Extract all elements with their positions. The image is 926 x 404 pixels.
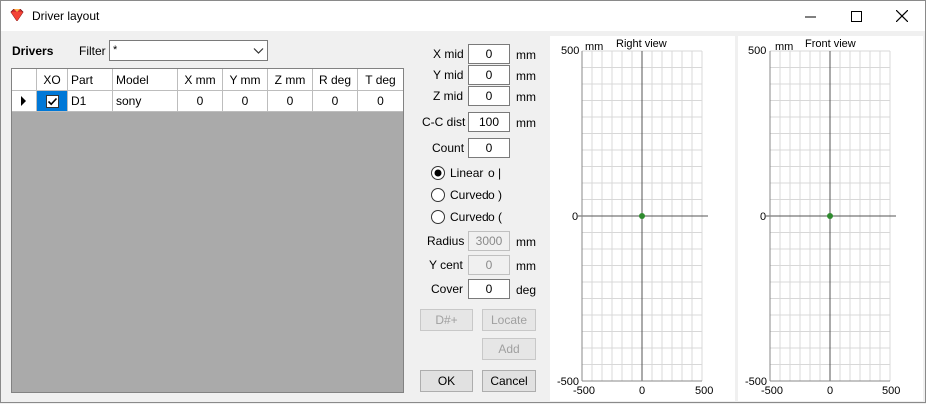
cell-x[interactable]: 0 [178,91,223,112]
drivers-grid[interactable]: XO Part Model X mm Y mm Z mm R deg T deg… [11,68,404,393]
radio-curved-right-glyph: o ) [488,188,503,202]
locate-button[interactable]: Locate [482,309,536,331]
column-header-xo[interactable]: XO [37,69,68,91]
front-view-x-min: -500 [761,385,783,397]
right-view-x-max: 500 [695,385,713,397]
y-cent-label: Y cent [429,258,463,272]
z-mid-label: Z mid [433,89,463,103]
table-row[interactable]: D1 sony 0 0 0 0 0 [12,91,403,112]
column-header-y[interactable]: Y mm [223,69,268,91]
right-view-x-min: -500 [573,385,595,397]
y-mid-unit: mm [516,69,536,83]
right-view-title: Right view [616,38,667,50]
radio-linear-glyph: o | [488,166,502,180]
cc-dist-label: C-C dist [422,115,466,129]
front-view-y-mid: 0 [760,211,766,223]
cell-z[interactable]: 0 [268,91,313,112]
y-cent-unit: mm [516,259,536,273]
right-view-driver-point[interactable] [639,213,645,219]
front-view-y-max: 500 [748,45,766,57]
filter-combobox[interactable]: * [109,40,268,61]
cover-unit: deg [516,283,537,297]
column-header-model[interactable]: Model [113,69,178,91]
radius-label: Radius [427,234,465,248]
column-header-part[interactable]: Part [68,69,113,91]
front-view-panel: Front view mm 500 0 -500 -500 0 500 [738,36,923,401]
minimize-icon [804,16,816,17]
right-view-plot: Right view mm 500 0 -500 -500 0 500 [557,38,713,397]
column-header-t[interactable]: T deg [358,69,403,91]
column-header-x[interactable]: X mm [178,69,223,91]
cell-model[interactable]: sony [113,91,178,112]
radio-linear-label: Linear [450,166,484,180]
column-header-z[interactable]: Z mm [268,69,313,91]
row-pointer-icon [21,96,26,106]
front-view-title: Front view [805,38,856,50]
title-bar: Driver layout [1,1,925,31]
d-number-button[interactable]: D#+ [420,309,473,331]
count-field[interactable]: 0 [468,138,510,158]
driver-layout-window: Driver layout Drivers Filter * XO Part M… [0,0,926,403]
row-header-corner [12,69,37,91]
drivers-heading: Drivers [12,44,54,58]
app-diamond-icon [10,9,24,21]
radius-field: 3000 [468,231,510,251]
right-view-y-max: 500 [561,45,579,57]
cover-field[interactable]: 0 [468,279,510,299]
front-view-x-mid: 0 [827,385,833,397]
right-view-unit: mm [585,41,603,53]
close-icon [896,10,908,22]
grid-header: XO Part Model X mm Y mm Z mm R deg T deg [12,69,403,91]
cover-label: Cover [431,282,464,296]
right-view-panel: Right view mm 500 0 -500 -500 0 500 [550,36,735,401]
cell-t[interactable]: 0 [358,91,403,112]
x-mid-label: X mid [433,47,464,61]
close-button[interactable] [879,1,925,31]
chevron-down-icon [253,48,264,54]
xo-checkbox[interactable] [45,95,59,108]
y-cent-field: 0 [468,255,510,275]
x-mid-field[interactable]: 0 [468,44,510,64]
radio-curved-right[interactable] [430,187,446,203]
right-view-y-mid: 0 [572,211,578,223]
radio-curved-left[interactable] [430,209,446,225]
filter-label: Filter [79,44,106,58]
front-view-plot: Front view mm 500 0 -500 -500 0 500 [745,38,900,397]
right-view-x-mid: 0 [639,385,645,397]
add-button[interactable]: Add [482,338,536,360]
minimize-button[interactable] [787,1,833,31]
radio-curved-left-label: Curved [450,210,489,224]
cell-r[interactable]: 0 [313,91,358,112]
front-view-driver-point[interactable] [827,213,833,219]
z-mid-field[interactable]: 0 [468,86,510,106]
front-view-x-max: 500 [882,385,900,397]
column-header-r[interactable]: R deg [313,69,358,91]
maximize-icon [850,10,862,22]
cell-y[interactable]: 0 [223,91,268,112]
radius-unit: mm [516,235,536,249]
y-mid-label: Y mid [433,68,464,82]
y-mid-field[interactable]: 0 [468,65,510,85]
front-view-unit: mm [775,41,793,53]
radio-curved-right-label: Curved [450,188,489,202]
filter-value: * [113,44,118,56]
cc-dist-unit: mm [516,116,536,130]
row-selector[interactable] [12,91,37,112]
xo-checkbox-cell[interactable] [37,91,68,112]
window-title: Driver layout [32,9,100,23]
count-label: Count [432,141,465,155]
maximize-button[interactable] [833,1,879,31]
cell-part[interactable]: D1 [68,91,113,112]
z-mid-unit: mm [516,90,536,104]
ok-button[interactable]: OK [420,370,473,392]
cancel-button[interactable]: Cancel [482,370,536,392]
x-mid-unit: mm [516,48,536,62]
radio-curved-left-glyph: o ( [488,210,503,224]
cc-dist-field[interactable]: 100 [468,112,510,132]
radio-linear[interactable] [430,165,446,181]
